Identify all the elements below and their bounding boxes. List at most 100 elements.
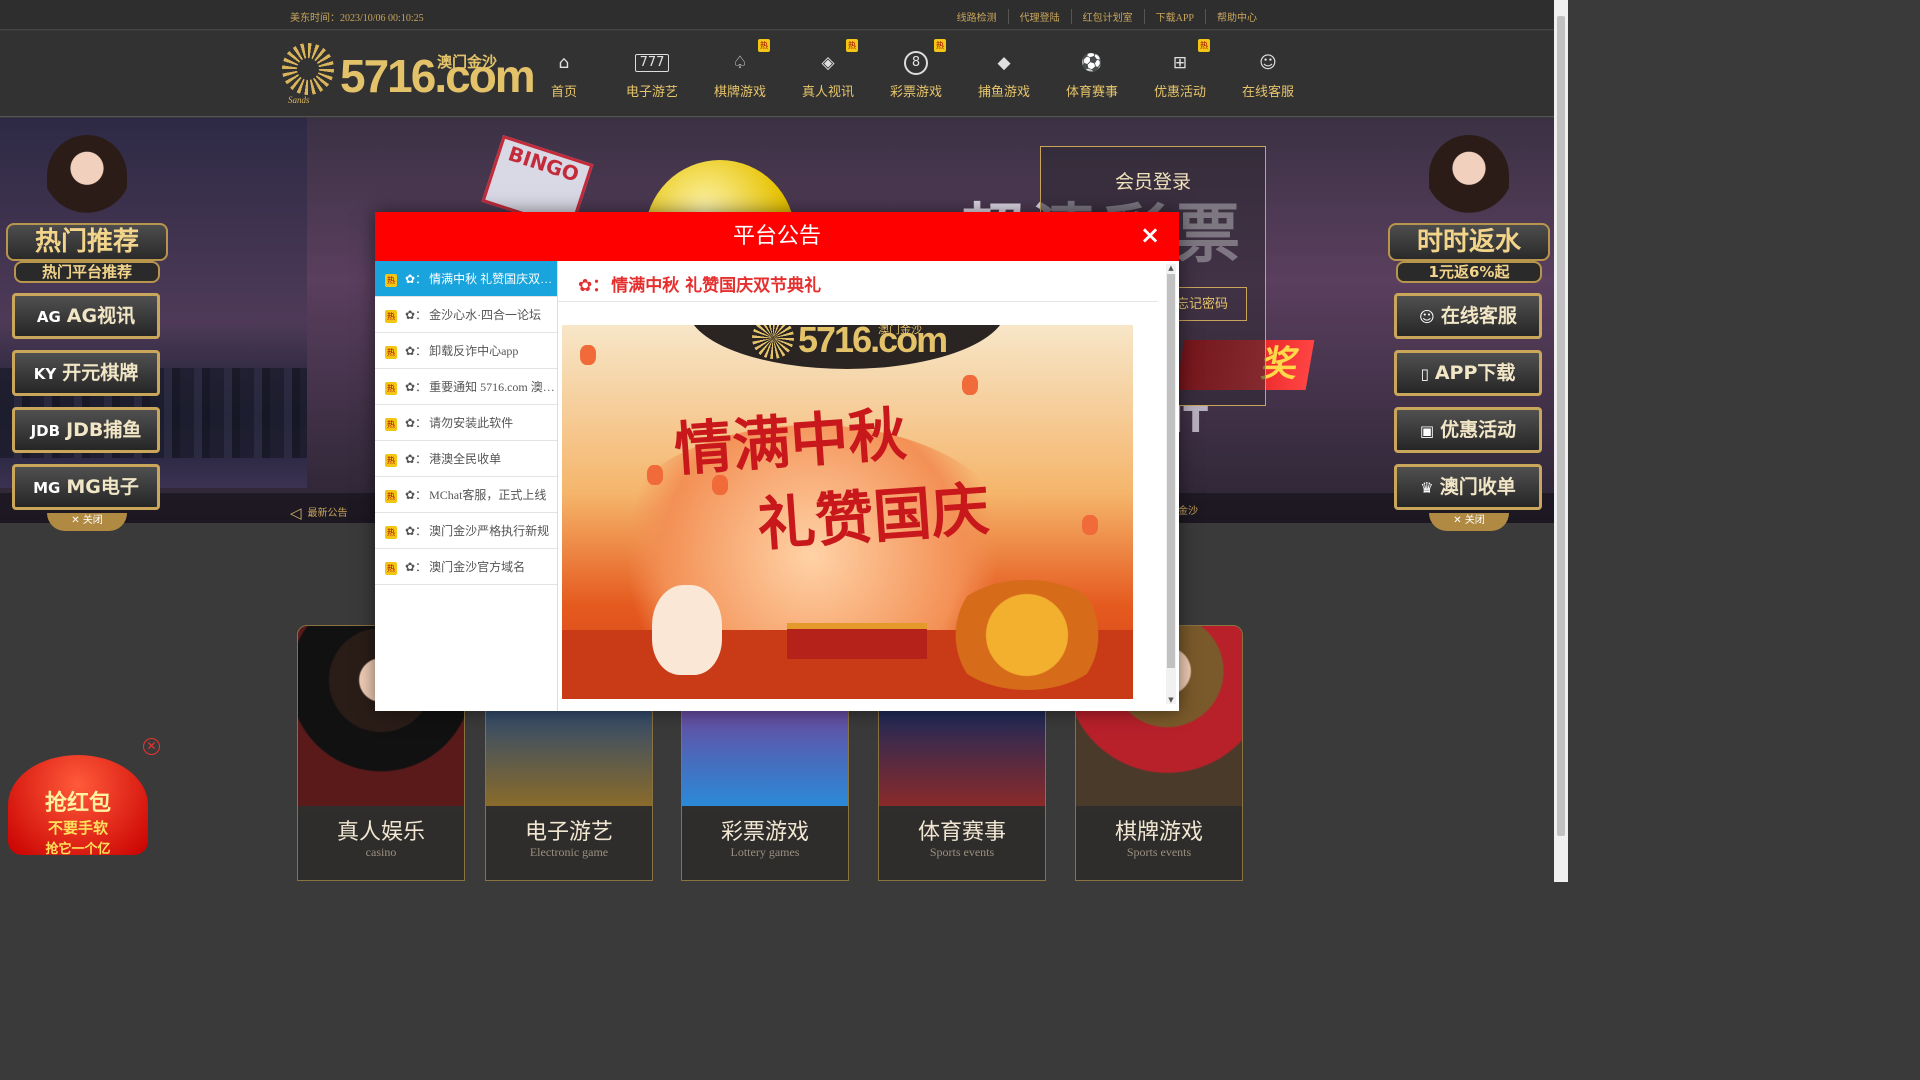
announcement-item[interactable]: 热 ✿： 卸载反诈中心app [375,333,557,369]
mg-slots-button[interactable]: MG MG电子 [12,464,160,510]
card-subtitle: Lottery games [730,845,800,859]
announcement-content: ✿： 情满中秋 礼赞国庆双节典礼 5716.com 澳门金沙 情满中秋 礼赞国庆 [558,261,1179,711]
ky-chess-button[interactable]: KY 开元棋牌 [12,350,160,396]
left-panel-close-button[interactable]: ✕ 关闭 [47,513,127,531]
announcement-item[interactable]: 热 ✿： 请勿安装此软件 [375,405,557,441]
announcement-item[interactable]: 热 ✿：重要通知 5716.com 澳门金沙 [375,369,557,405]
promotions-button[interactable]: ▣ 优惠活动 [1394,407,1542,453]
button-label: AG视讯 [66,305,136,327]
nav-live-casino[interactable]: 热 ◈ 真人视讯 [784,31,872,117]
jdb-icon: JDB [30,422,61,440]
nav-home[interactable]: ⌂ 首页 [520,31,608,117]
nav-label: 彩票游戏 [889,85,942,100]
member-login-title: 会员登录 [1114,171,1191,193]
jdb-fishing-button[interactable]: JDB JDB捕鱼 [12,407,160,453]
announcement-modal: 平台公告 × 热✿：情满中秋 礼赞国庆双节典礼 热✿：金沙心水·四合一论坛 热✿… [375,212,1179,711]
nav-card-games[interactable]: 热 ♤ 棋牌游戏 [696,31,784,117]
red-envelope-close-icon[interactable]: ✕ [143,738,160,755]
rabbit-image [652,585,722,675]
nav-label: 电子游艺 [625,85,678,100]
card-subtitle: casino [365,845,397,859]
announcement-list: 热✿：情满中秋 礼赞国庆双节典礼 热✿：金沙心水·四合一论坛 热✿：卸载反诈中心… [375,261,558,711]
app-download-button[interactable]: ▯ APP下载 [1394,350,1542,396]
button-label: 在线客服 [1440,305,1517,327]
hot-badge: 热 [385,345,397,359]
ticker-label[interactable]: 最新公告 [290,502,348,520]
link-red-packet-plan[interactable]: 红包计划室 [1070,9,1144,24]
hot-badge: 热 [934,39,946,52]
ag-live-button[interactable]: AG AG视讯 [12,293,160,339]
link-agent-login[interactable]: 代理登陆 [1007,9,1071,24]
flower-icon: ✿： [405,344,428,358]
link-help-center[interactable]: 帮助中心 [1205,9,1268,24]
lottery-ball-icon: 8 [904,51,928,75]
scroll-up-arrow-icon[interactable]: ▲ [1167,264,1175,272]
announcement-title: 卸载反诈中心app [429,344,519,358]
nav-electronic-games[interactable]: 777 电子游艺 [608,31,696,117]
nav-promotions[interactable]: 热 ⊞ 优惠活动 [1136,31,1224,117]
card-title: 彩票游戏 [720,820,809,845]
lantern-image [580,345,596,365]
modal-scrollbar[interactable]: ▲ ▼ [1166,264,1176,704]
modal-scrollbar-thumb[interactable] [1167,274,1175,668]
announcement-heading-text: 情满中秋 礼赞国庆双节典礼 [611,276,822,296]
flower-icon: ✿： [405,380,428,394]
card-title: 电子游艺 [524,820,613,845]
page-scrollbar-thumb[interactable] [1557,16,1565,836]
nav-lottery[interactable]: 热 8 彩票游戏 [872,31,960,117]
link-line-check[interactable]: 线路检测 [946,9,1008,24]
announcement-title: 澳门金沙官方域名 [429,560,526,574]
link-download-app[interactable]: 下载APP [1143,9,1205,24]
red-envelope-floater[interactable]: 抢红包 不要手软 抢它一个亿 [8,755,148,857]
crown-icon: ♛ [1420,479,1434,497]
right-panel-close-button[interactable]: ✕ 关闭 [1429,513,1509,531]
nav-fishing[interactable]: ◆ 捕鱼游戏 [960,31,1048,117]
home-icon: ⌂ [558,53,570,73]
announcement-item[interactable]: 热 ✿： 澳门金沙严格执行新规 [375,513,557,549]
card-title: 真人娱乐 [336,820,425,845]
hot-badge: 热 [385,453,397,467]
announcement-title: 情满中秋 礼赞国庆双节典礼 [429,272,557,286]
right-panel-heading: 时时返水 [1388,223,1550,261]
button-label: 开元棋牌 [62,362,139,384]
flower-icon: ✿： [405,560,428,574]
poster-logo-brand: 澳门金沙 [878,325,922,336]
hot-badge: 热 [846,39,858,52]
page-scrollbar[interactable] [1554,0,1568,882]
announcement-heading: ✿： 情满中秋 礼赞国庆双节典礼 [578,271,821,296]
card-subtitle: Sports events [1126,845,1192,859]
mg-icon: MG [33,479,61,497]
scroll-down-arrow-icon[interactable]: ▼ [1167,696,1175,704]
flower-icon: ✿： [578,276,610,296]
redpack-line3: 抢它一个亿 [45,842,111,857]
main-nav: ⌂ 首页 777 电子游艺 热 ♤ 棋牌游戏 热 ◈ 真人视讯 热 8 彩票游戏… [520,31,1312,117]
card-title: 体育赛事 [917,820,1006,845]
site-logo[interactable]: 5716.com 澳门金沙 Sands [282,41,536,107]
slot-777-icon: 777 [635,54,669,72]
nav-sports[interactable]: ⚽ 体育赛事 [1048,31,1136,117]
announcement-item[interactable]: 热 ✿： 港澳全民收单 [375,441,557,477]
button-label: 澳门收单 [1439,476,1516,498]
nav-support[interactable]: ☺ 在线客服 [1224,31,1312,117]
macau-order-button[interactable]: ♛ 澳门收单 [1394,464,1542,510]
logo-brand: 澳门金沙 [437,53,498,71]
online-support-button[interactable]: ☺ 在线客服 [1394,293,1542,339]
announcement-item[interactable]: 热 ✿： 金沙心水·四合一论坛 [375,297,557,333]
hot-badge: 热 [385,489,397,503]
nav-label: 真人视讯 [801,85,854,100]
support-icon: ☺ [1419,308,1435,326]
announcement-item[interactable]: 热 ✿：情满中秋 礼赞国庆双节典礼 [375,261,557,297]
ticker-text: 金沙 [1178,506,1198,517]
nav-label: 优惠活动 [1153,85,1206,100]
right-float-panel: 时时返水 1元返6%起 ☺ 在线客服 ▯ APP下载 ▣ 优惠活动 ♛ 澳门收单 ✕ 关… [1384,135,1554,535]
poster-logo-number: 5716.com [798,325,948,360]
button-label: 优惠活动 [1440,419,1517,441]
button-label: JDB捕鱼 [66,419,142,441]
modal-close-icon[interactable]: × [1139,223,1161,247]
announcement-item[interactable]: 热 ✿： 澳门金沙官方域名 [375,549,557,585]
header: 5716.com 澳门金沙 Sands ⌂ 首页 777 电子游艺 热 ♤ 棋牌… [0,31,1554,117]
announcement-title: MChat客服，正式上线 [429,488,547,502]
nav-label: 在线客服 [1241,85,1294,100]
flower-icon: ✿： [405,488,428,502]
announcement-item[interactable]: 热 ✿： MChat客服，正式上线 [375,477,557,513]
